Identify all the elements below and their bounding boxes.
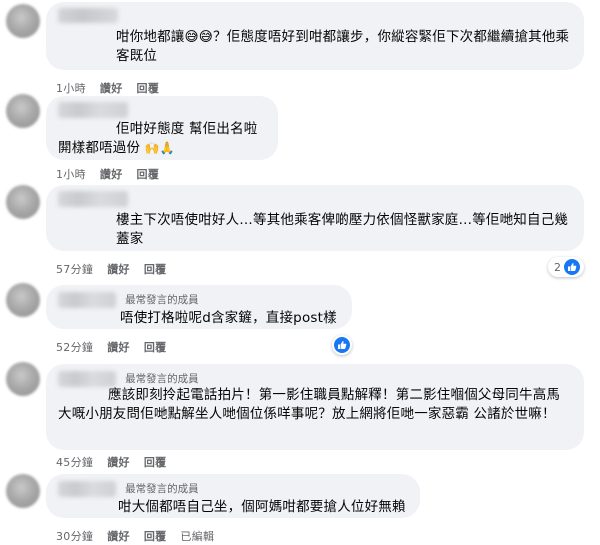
blurred-author-name[interactable]: [58, 8, 118, 23]
like-button[interactable]: 讚好: [100, 166, 123, 182]
comment-time[interactable]: 52分鐘: [56, 339, 93, 355]
top-contributor-badge: 最常發言的成員: [125, 483, 199, 495]
avatar[interactable]: [6, 474, 40, 508]
like-button[interactable]: 讚好: [107, 261, 130, 277]
reaction-count[interactable]: 2: [548, 257, 584, 277]
blurred-author-name[interactable]: [58, 370, 116, 387]
comment-time[interactable]: 45分鐘: [56, 454, 93, 470]
comment-bubble: 咁你地都讓😅😅？佢態度唔好到咁都讓步，你縱容緊佢下次都繼續搶其他乘客既位: [46, 2, 584, 70]
comment-actions: 45分鐘 讚好 回覆: [56, 454, 166, 470]
comment-actions: 1小時 讚好 回覆: [56, 80, 159, 96]
reply-button[interactable]: 回覆: [137, 166, 160, 182]
avatar[interactable]: [6, 185, 40, 219]
avatar[interactable]: [6, 4, 40, 38]
reply-button[interactable]: 回覆: [137, 80, 160, 96]
comment-bubble: 樓主下次唔使咁好人…等其他乘客俾啲壓力依個怪獸家庭…等佢哋知自己幾蓋家: [46, 185, 584, 251]
comment-text: 唔使打格啦呢d含家鏟，直接post樣: [120, 310, 337, 326]
top-contributor-badge: 最常發言的成員: [125, 373, 199, 385]
edited-label: 已編輯: [180, 530, 215, 543]
comment-time[interactable]: 30分鐘: [56, 528, 93, 544]
comment-actions: 1小時 讚好 回覆: [56, 166, 159, 182]
comment-text-line-2: 閞樣都唔過份: [58, 140, 141, 156]
like-button[interactable]: 讚好: [107, 528, 130, 544]
comment-text: 咁你地都讓😅😅？佢態度唔好到咁都讓步，你縱容緊佢下次都繼續搶其他乘客既位: [116, 29, 570, 64]
comment-time[interactable]: 1小時: [56, 166, 86, 182]
comment-bubble: 最常發言的成員 應該即刻拎起電話拍片！第一影住職員點解釋！第二影住嗰個父母同牛高…: [46, 364, 584, 450]
like-button[interactable]: 讚好: [107, 339, 130, 355]
comment-bubble: 最常發言的成員 咁大個都唔自己坐，個阿媽咁都要搶人位好無賴: [46, 474, 420, 518]
like-reaction-icon: [334, 337, 350, 353]
reaction-count-label: 2: [554, 260, 561, 274]
avatar[interactable]: [6, 94, 40, 128]
reaction-count[interactable]: [332, 335, 352, 355]
reply-button[interactable]: 回覆: [144, 339, 167, 355]
comment-actions: 52分鐘 讚好 回覆: [56, 339, 166, 355]
comment-bubble: 佢咁好態度 幫佢出名啦 閞樣都唔過份 🙌🙏: [46, 96, 278, 160]
avatar[interactable]: [6, 362, 40, 396]
blurred-author-name[interactable]: [58, 291, 116, 308]
comment-text-line-1: 佢咁好態度 幫佢出名啦: [116, 121, 258, 137]
reply-button[interactable]: 回覆: [144, 528, 167, 544]
blurred-author-name[interactable]: [58, 480, 116, 497]
avatar[interactable]: [6, 283, 40, 317]
comment-text: 咁大個都唔自己坐，個阿媽咁都要搶人位好無賴: [118, 499, 406, 515]
comment-text: 應該即刻拎起電話拍片！第一影住職員點解釋！第二影住嗰個父母同牛高馬大嘅小朋友問佢…: [58, 387, 561, 422]
comment-actions: 30分鐘 讚好 回覆 已編輯: [56, 528, 214, 544]
reply-button[interactable]: 回覆: [144, 261, 167, 277]
blurred-author-name[interactable]: [58, 102, 128, 118]
top-contributor-badge: 最常發言的成員: [125, 294, 199, 306]
comment-actions: 57分鐘 讚好 回覆: [56, 261, 166, 277]
emoji: 🙌🙏: [144, 141, 175, 155]
comment-bubble: 最常發言的成員 唔使打格啦呢d含家鏟，直接post樣: [46, 285, 352, 329]
blurred-author-name[interactable]: [58, 191, 128, 207]
comment-time[interactable]: 57分鐘: [56, 261, 93, 277]
comment-time[interactable]: 1小時: [56, 80, 86, 96]
like-button[interactable]: 讚好: [100, 80, 123, 96]
reply-button[interactable]: 回覆: [144, 454, 167, 470]
comment-text: 樓主下次唔使咁好人…等其他乘客俾啲壓力依個怪獸家庭…等佢哋知自己幾蓋家: [116, 212, 569, 247]
like-button[interactable]: 讚好: [107, 454, 130, 470]
like-reaction-icon: [564, 259, 580, 275]
